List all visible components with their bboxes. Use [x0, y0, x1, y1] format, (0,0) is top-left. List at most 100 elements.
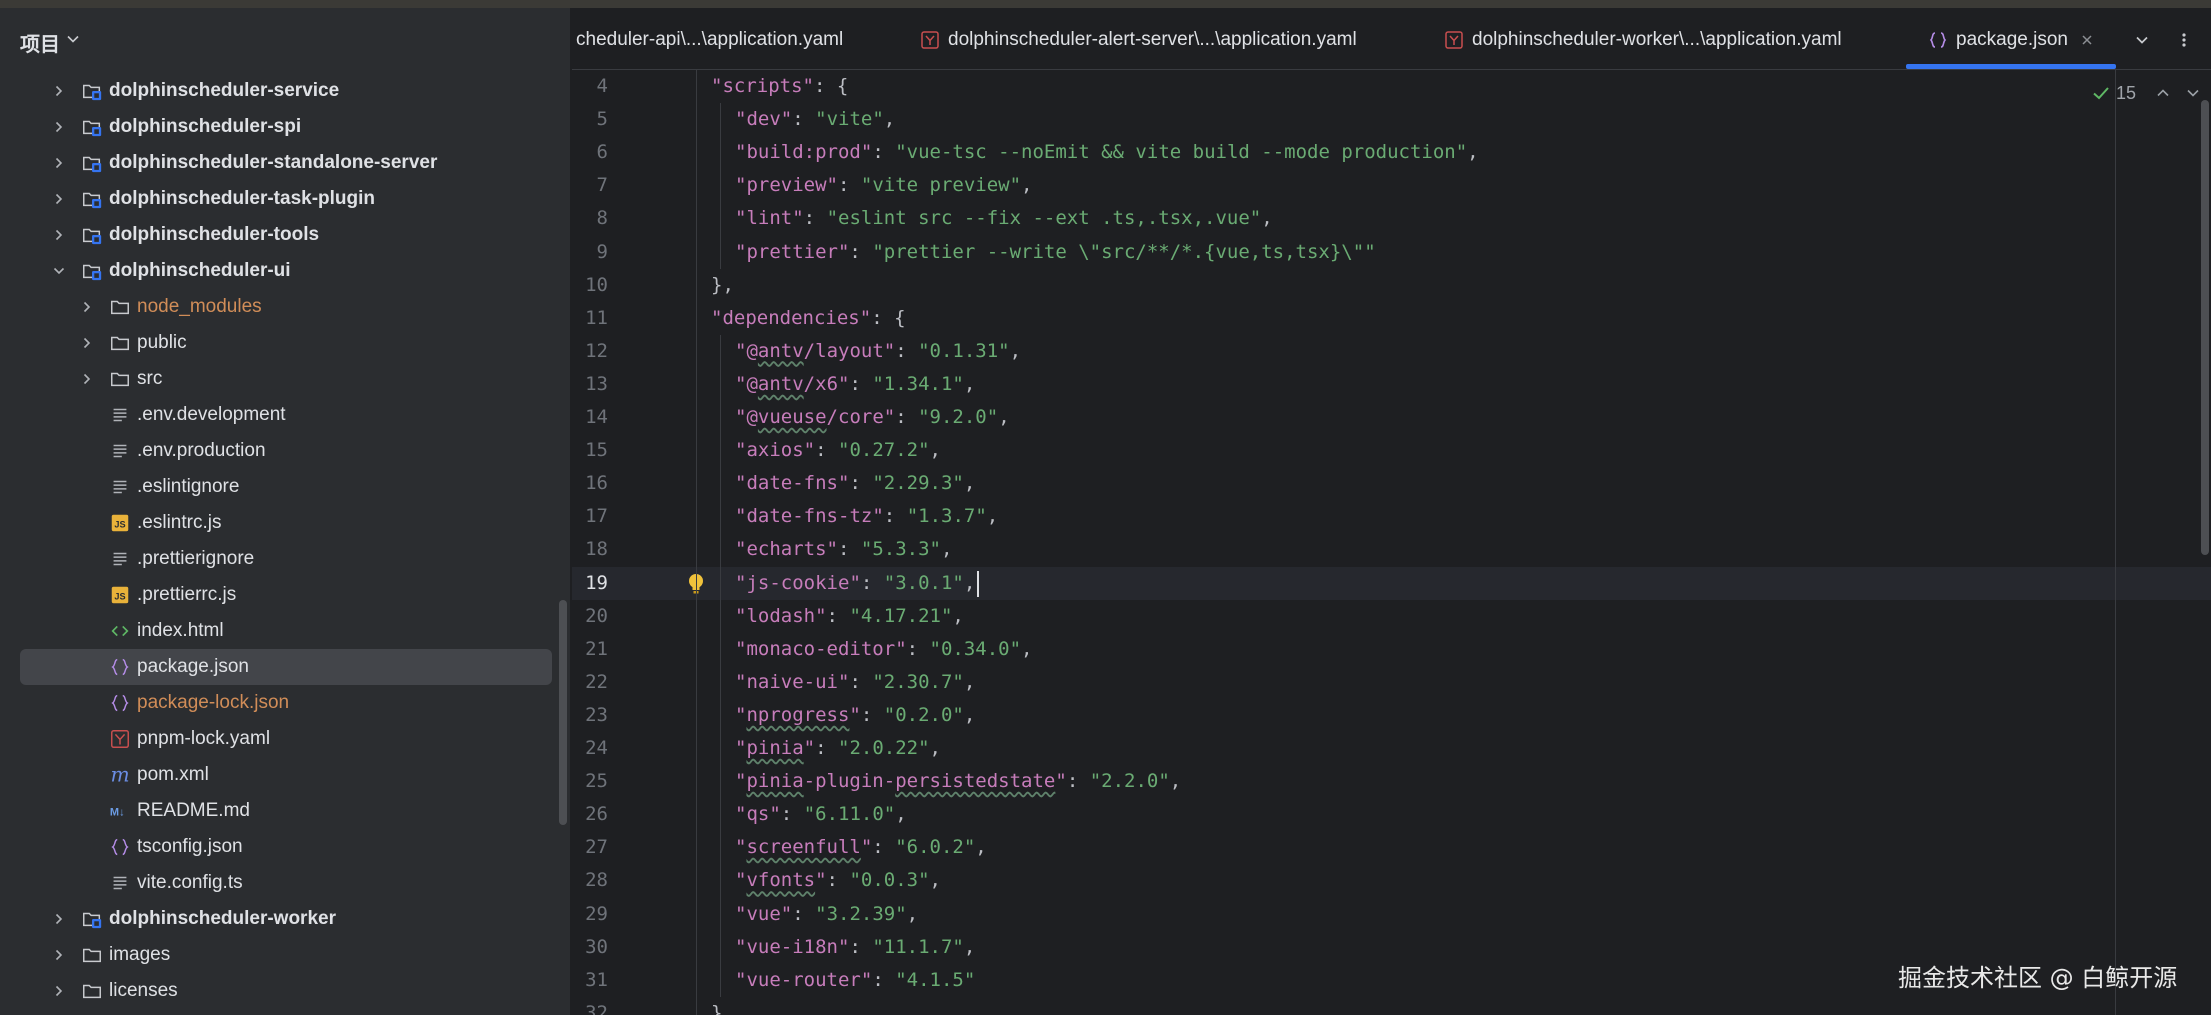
tree-item-env-development[interactable]: .env.development: [0, 397, 560, 433]
tree-item-dolphinscheduler-spi[interactable]: dolphinscheduler-spi: [0, 109, 560, 145]
code-line[interactable]: 19 "js-cookie": "3.0.1",: [572, 566, 2211, 600]
close-icon[interactable]: [2080, 33, 2094, 47]
code-line[interactable]: 4 "scripts": {: [572, 70, 2211, 103]
code-line[interactable]: 28 "vfonts": "0.0.3",: [572, 864, 2211, 897]
code-text: "dependencies": {: [711, 306, 906, 329]
punctuation: :: [815, 737, 838, 759]
tree-item-package-json[interactable]: package.json: [20, 649, 552, 685]
tree-item-tsconfig-json[interactable]: tsconfig.json: [0, 829, 560, 865]
tab-list-chevron-icon[interactable]: [2134, 32, 2150, 48]
editor-scrollbar-thumb[interactable]: [2201, 100, 2209, 555]
tree-item-dolphinscheduler-standalone-server[interactable]: dolphinscheduler-standalone-server: [0, 145, 560, 181]
tree-item-pom-xml[interactable]: m pom.xml: [0, 757, 560, 793]
chevron-right-icon[interactable]: [52, 912, 66, 926]
tree-item-pnpm-lock-yaml[interactable]: pnpm-lock.yaml: [0, 721, 560, 757]
code-line[interactable]: 32},: [572, 997, 2211, 1015]
tree-item-env-production[interactable]: .env.production: [0, 433, 560, 469]
code-line[interactable]: 13 "@antv/x6": "1.34.1",: [572, 368, 2211, 401]
inspection-widget[interactable]: 15: [2092, 80, 2200, 106]
code-line[interactable]: 10},: [572, 269, 2211, 302]
code-line[interactable]: 9 "prettier": "prettier --write \"src/**/…: [572, 236, 2211, 269]
code-line[interactable]: 14 "@vueuse/core": "9.2.0",: [572, 401, 2211, 434]
chevron-right-icon[interactable]: [52, 120, 66, 134]
chevron-right-icon[interactable]: [80, 336, 94, 350]
editor-scrollbar[interactable]: [2199, 70, 2211, 1015]
tree-item-package-lock-json[interactable]: package-lock.json: [0, 685, 560, 721]
code-line[interactable]: 21 "monaco-editor": "0.34.0",: [572, 633, 2211, 666]
tree-item-images[interactable]: images: [0, 937, 560, 973]
punctuation: :: [895, 339, 919, 362]
punctuation: ,: [963, 472, 976, 495]
punctuation: ,: [963, 703, 976, 726]
tree-item-dolphinscheduler-tools[interactable]: dolphinscheduler-tools: [0, 217, 560, 253]
punctuation: ,: [1009, 339, 1022, 362]
tree-item-eslintignore[interactable]: .eslintignore: [0, 469, 560, 505]
tree-item-prettierrc-js[interactable]: JS .prettierrc.js: [0, 577, 560, 613]
line-number: 6: [596, 141, 608, 164]
chevron-right-icon[interactable]: [80, 300, 94, 314]
project-tree-scrollbar[interactable]: [559, 600, 567, 825]
chevron-right-icon[interactable]: [80, 372, 94, 386]
code-line[interactable]: 12 "@antv/layout": "0.1.31",: [572, 335, 2211, 368]
code-editor[interactable]: 4 "scripts": {5 "dev": "vite", 6 "build:prod…: [572, 70, 2211, 1015]
code-line[interactable]: 29 "vue": "3.2.39",: [572, 898, 2211, 931]
chevron-down-icon[interactable]: [2186, 86, 2200, 100]
chevron-right-icon[interactable]: [52, 192, 66, 206]
chevron-down-icon[interactable]: [52, 264, 66, 278]
more-options-icon[interactable]: [2176, 32, 2192, 48]
module-icon: [80, 259, 104, 283]
code-line[interactable]: 22 "naive-ui": "2.30.7",: [572, 666, 2211, 699]
tree-item-label: tsconfig.json: [137, 836, 243, 857]
code-line[interactable]: 8 "lint": "eslint src --fix --ext .ts,.ts…: [572, 202, 2211, 235]
tree-item-vite-config-ts[interactable]: vite.config.ts: [0, 865, 560, 901]
punctuation: : {: [871, 306, 906, 329]
chevron-right-icon[interactable]: [52, 984, 66, 998]
tree-item-src[interactable]: src: [0, 361, 560, 397]
chevron-right-icon[interactable]: [52, 228, 66, 242]
code-line[interactable]: 23 "nprogress": "0.2.0",: [572, 699, 2211, 732]
tree-item-dolphinscheduler-ui[interactable]: dolphinscheduler-ui: [0, 253, 560, 289]
tree-item-licenses[interactable]: licenses: [0, 973, 560, 1009]
editor-area: cheduler-api\...\application.yaml dolphi…: [572, 8, 2211, 1015]
code-line[interactable]: 17 "date-fns-tz": "1.3.7",: [572, 500, 2211, 533]
chevron-right-icon[interactable]: [52, 948, 66, 962]
folder-icon: [80, 943, 104, 967]
code-line[interactable]: 25 "pinia-plugin-persistedstate": "2.2.0"…: [572, 765, 2211, 798]
code-line[interactable]: 16 "date-fns": "2.29.3",: [572, 467, 2211, 500]
tree-item-prettierignore[interactable]: .prettierignore: [0, 541, 560, 577]
code-line[interactable]: 6 "build:prod": "vue-tsc --noEmit && vite…: [572, 136, 2211, 169]
tree-item-readme-md[interactable]: M↓ README.md: [0, 793, 560, 829]
punctuation: },: [711, 273, 734, 296]
chevron-right-icon[interactable]: [52, 156, 66, 170]
chevron-down-icon[interactable]: [66, 32, 80, 46]
code-line[interactable]: 26 "qs": "6.11.0",: [572, 798, 2211, 831]
tree-item-eslintrc-js[interactable]: JS .eslintrc.js: [0, 505, 560, 541]
tab-api-application-yaml[interactable]: cheduler-api\...\application.yaml: [576, 8, 876, 70]
code-line[interactable]: 11 "dependencies": {: [572, 302, 2211, 335]
project-panel-header[interactable]: 项目: [0, 8, 570, 68]
code-line[interactable]: 18 "echarts": "5.3.3",: [572, 533, 2211, 566]
code-line[interactable]: 15 "axios": "0.27.2",: [572, 434, 2211, 467]
punctuation: ,: [963, 372, 976, 395]
tab-alert-server-application-yaml[interactable]: dolphinscheduler-alert-server\...\applic…: [920, 8, 1390, 70]
tree-item-label: pnpm-lock.yaml: [137, 728, 271, 749]
code-line[interactable]: 7 "preview": "vite preview",: [572, 169, 2211, 202]
punctuation: ,: [963, 935, 976, 958]
tree-item-index-html[interactable]: index.html: [0, 613, 560, 649]
tab-label: dolphinscheduler-worker\...\application.…: [1472, 29, 1842, 50]
chevron-right-icon[interactable]: [52, 84, 66, 98]
tab-package-json[interactable]: package.json: [1928, 8, 2118, 70]
tab-worker-application-yaml[interactable]: dolphinscheduler-worker\...\application.…: [1444, 8, 1884, 70]
tree-item-dolphinscheduler-task-plugin[interactable]: dolphinscheduler-task-plugin: [0, 181, 560, 217]
project-panel-title[interactable]: 项目: [20, 28, 60, 57]
code-line[interactable]: 5 "dev": "vite",: [572, 103, 2211, 136]
code-line[interactable]: 27 "screenfull": "6.0.2",: [572, 831, 2211, 864]
code-line[interactable]: 24 "pinia": "2.0.22",: [572, 732, 2211, 765]
tree-item-dolphinscheduler-worker[interactable]: dolphinscheduler-worker: [0, 901, 560, 937]
tree-item-node-modules[interactable]: node_modules: [0, 289, 560, 325]
chevron-up-icon[interactable]: [2156, 86, 2170, 100]
tree-item-dolphinscheduler-service[interactable]: dolphinscheduler-service: [0, 73, 560, 109]
line-number: 28: [585, 869, 608, 892]
tree-item-public[interactable]: public: [0, 325, 560, 361]
code-line[interactable]: 20 "lodash": "4.17.21",: [572, 600, 2211, 633]
